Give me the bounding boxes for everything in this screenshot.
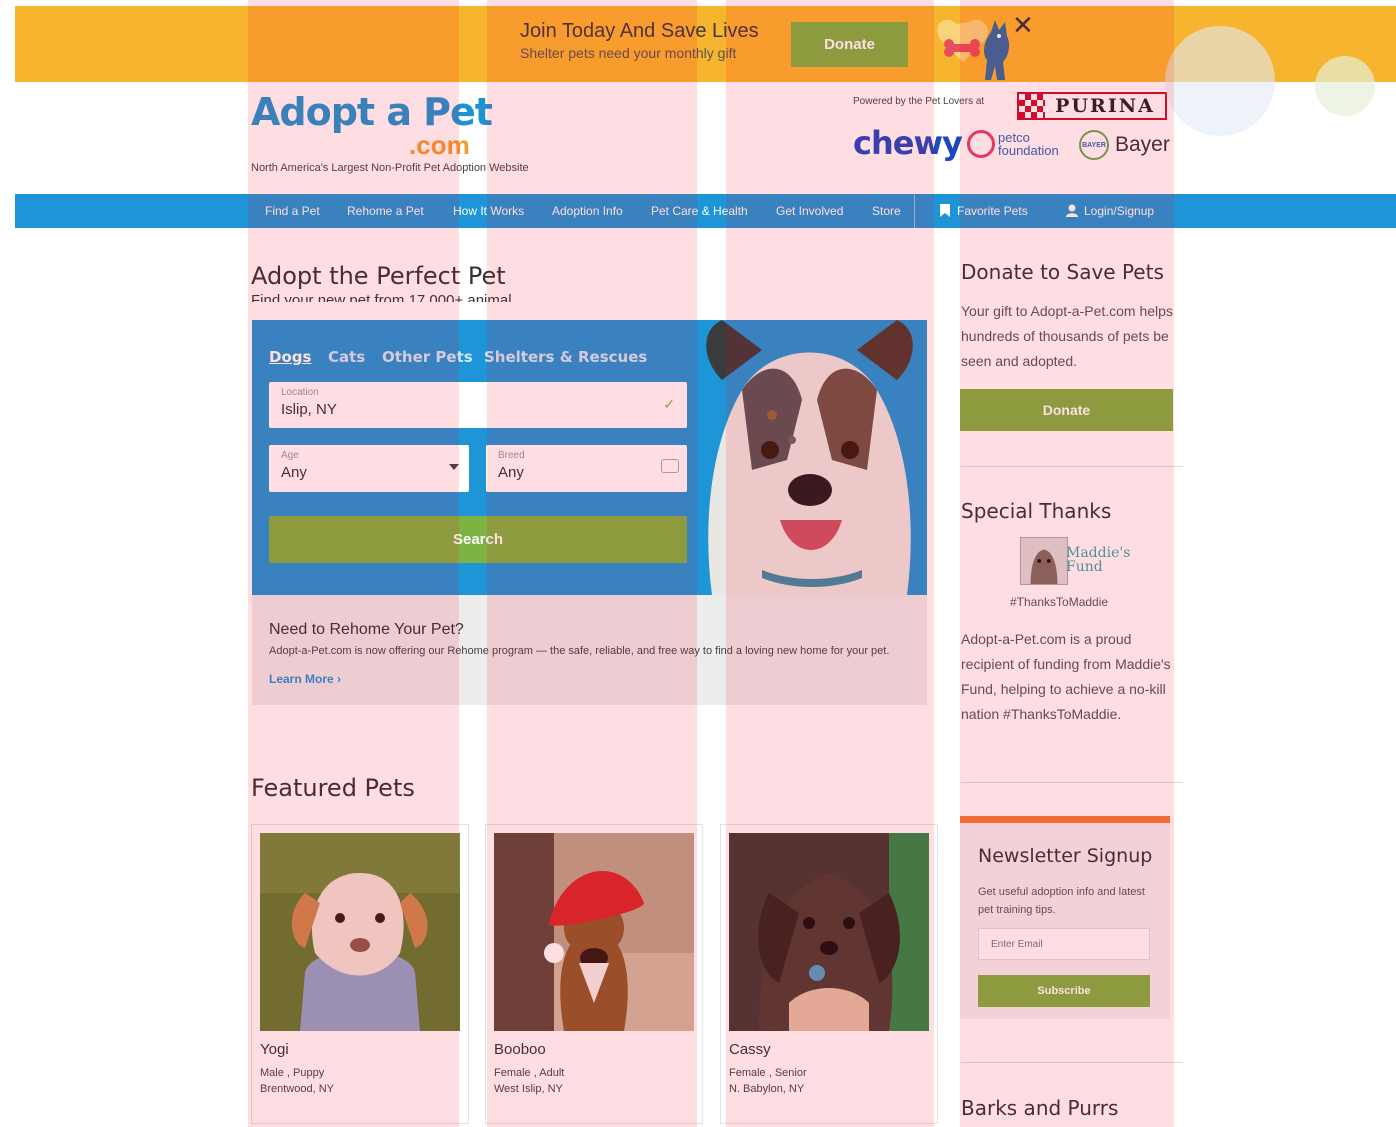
promo-subtitle: Shelter pets need your monthly gift (520, 45, 737, 61)
maddies-fund-line1: Maddie's (1066, 545, 1131, 561)
pet-info: Male , Puppy (260, 1067, 325, 1079)
nav-adoption-info[interactable]: Adoption Info (552, 204, 623, 218)
nav-pet-care-health[interactable]: Pet Care & Health (651, 204, 748, 218)
logo-suffix: .com (409, 130, 470, 160)
pet-search-panel: Dogs Cats Other Pets Shelters & Rescues … (252, 320, 927, 595)
featured-pets-heading: Featured Pets (251, 774, 415, 802)
location-value: Islip, NY (281, 401, 337, 418)
maddies-fund-line2: Fund (1066, 559, 1103, 575)
newsletter-title: Newsletter Signup (978, 845, 1153, 867)
rehome-title: Need to Rehome Your Pet? (269, 621, 464, 638)
site-logo[interactable]: Adopt a Pet .com (251, 90, 493, 160)
maddies-fund-logo[interactable]: Maddie's Fund (1066, 546, 1130, 574)
nav-login-signup[interactable]: Login/Signup (1066, 204, 1154, 218)
chewy-logo[interactable]: chewy (853, 124, 963, 162)
page-title: Adopt the Perfect Pet (251, 262, 506, 290)
promo-title: Join Today And Save Lives (520, 20, 759, 42)
donate-heading: Donate to Save Pets (961, 260, 1164, 284)
petco-line2: foundation (998, 143, 1059, 158)
nav-how-it-works[interactable]: How It Works (453, 204, 524, 218)
subscribe-button[interactable]: Subscribe (978, 975, 1150, 1007)
email-field[interactable] (978, 928, 1150, 960)
petco-wordmark: petco foundation (998, 131, 1059, 157)
newsletter-text: Get useful adoption info and latest pet … (978, 886, 1145, 916)
search-button[interactable]: Search (269, 516, 687, 563)
maddie-hashtag: #ThanksToMaddie (1010, 595, 1109, 609)
breed-field[interactable]: Breed Any (486, 445, 687, 492)
tab-other-pets[interactable]: Other Pets (382, 348, 473, 366)
pet-card[interactable]: Cassy Female , Senior N. Babylon, NY (720, 824, 938, 1124)
nav-login-signup-label: Login/Signup (1084, 204, 1155, 218)
page-subtitle: Find your new pet from 17,000+ animal sh… (251, 292, 512, 302)
bayer-cross-icon: BAYER (1079, 130, 1109, 160)
breed-list-icon[interactable] (661, 459, 679, 473)
purina-checkerboard-icon (1019, 94, 1045, 118)
pet-card[interactable]: Booboo Female , Adult West Islip, NY (485, 824, 703, 1124)
promo-donate-button[interactable]: Donate (791, 22, 908, 67)
age-label: Age (281, 450, 299, 461)
bayer-wordmark: Bayer (1115, 133, 1170, 156)
user-icon (1066, 204, 1078, 217)
rehome-box: Need to Rehome Your Pet? Adopt-a-Pet.com… (252, 595, 927, 705)
pet-info: Female , Senior (729, 1067, 807, 1079)
dog-heart-illustration (937, 19, 1010, 80)
rehome-text: Adopt-a-Pet.com is now offering our Reho… (269, 645, 890, 657)
promo-banner: Join Today And Save Lives Shelter pets n… (15, 6, 1396, 82)
nav-divider (914, 194, 915, 228)
pet-photo-booboo (494, 833, 694, 1031)
special-thanks-heading: Special Thanks (961, 499, 1112, 523)
learn-more-link[interactable]: Learn More › (269, 672, 341, 686)
divider (961, 1062, 1183, 1063)
maddies-fund-dog-icon[interactable] (1020, 537, 1068, 585)
sidebar-donate-button[interactable]: Donate (960, 389, 1173, 431)
bayer-logo[interactable]: BAYER Bayer (1079, 130, 1170, 160)
main-nav: Find a Pet Rehome a Pet How It Works Ado… (15, 194, 1396, 228)
hero-dog-photo (692, 320, 927, 595)
pet-name: Cassy (729, 1041, 771, 1058)
petco-foundation-logo[interactable]: petco foundation (967, 130, 1059, 158)
pet-location: N. Babylon, NY (729, 1083, 805, 1095)
location-field[interactable]: Location Islip, NY ✓ (269, 382, 687, 428)
nav-rehome-a-pet[interactable]: Rehome a Pet (347, 204, 424, 218)
breed-label: Breed (498, 450, 525, 461)
location-label: Location (281, 387, 319, 398)
page: Join Today And Save Lives Shelter pets n… (15, 6, 1396, 1127)
nav-find-a-pet[interactable]: Find a Pet (265, 204, 320, 218)
bookmark-icon (940, 204, 950, 217)
pet-name: Booboo (494, 1041, 546, 1058)
barks-and-purrs-heading: Barks and Purrs (961, 1096, 1119, 1120)
pet-name: Yogi (260, 1041, 289, 1058)
nav-favorite-pets-label: Favorite Pets (957, 204, 1028, 218)
nav-favorite-pets[interactable]: Favorite Pets (939, 204, 1028, 218)
donate-text: Your gift to Adopt-a-Pet.com helps hundr… (961, 303, 1173, 369)
breed-value: Any (498, 464, 524, 481)
site-tagline: North America's Largest Non-Profit Pet A… (251, 162, 529, 174)
pet-photo-yogi (260, 833, 460, 1031)
purina-wordmark: PURINA (1055, 95, 1155, 117)
pet-location: Brentwood, NY (260, 1083, 334, 1095)
pet-info: Female , Adult (494, 1067, 565, 1079)
nav-store[interactable]: Store (872, 204, 901, 218)
divider (961, 782, 1183, 783)
divider (961, 466, 1183, 467)
tab-shelters-rescues[interactable]: Shelters & Rescues (484, 348, 647, 366)
age-select[interactable]: Age Any (269, 445, 469, 492)
tab-cats[interactable]: Cats (328, 348, 365, 366)
checkmark-icon: ✓ (663, 396, 675, 412)
purina-logo[interactable]: PURINA (1017, 92, 1167, 120)
close-icon[interactable]: ✕ (1012, 12, 1034, 38)
newsletter-box: Newsletter Signup Get useful adoption in… (960, 816, 1170, 1019)
logo-wordmark: Adopt a Pet (251, 90, 493, 134)
chevron-down-icon (449, 464, 459, 470)
thanks-text: Adopt-a-Pet.com is a proud recipient of … (961, 631, 1171, 722)
tab-dogs[interactable]: Dogs (269, 348, 311, 366)
pet-photo-cassy (729, 833, 929, 1031)
petco-heart-icon (967, 130, 995, 158)
powered-by-text: Powered by the Pet Lovers at (853, 96, 985, 107)
pet-location: West Islip, NY (494, 1083, 563, 1095)
nav-get-involved[interactable]: Get Involved (776, 204, 843, 218)
pet-card[interactable]: Yogi Male , Puppy Brentwood, NY (251, 824, 469, 1124)
age-value: Any (281, 464, 307, 481)
